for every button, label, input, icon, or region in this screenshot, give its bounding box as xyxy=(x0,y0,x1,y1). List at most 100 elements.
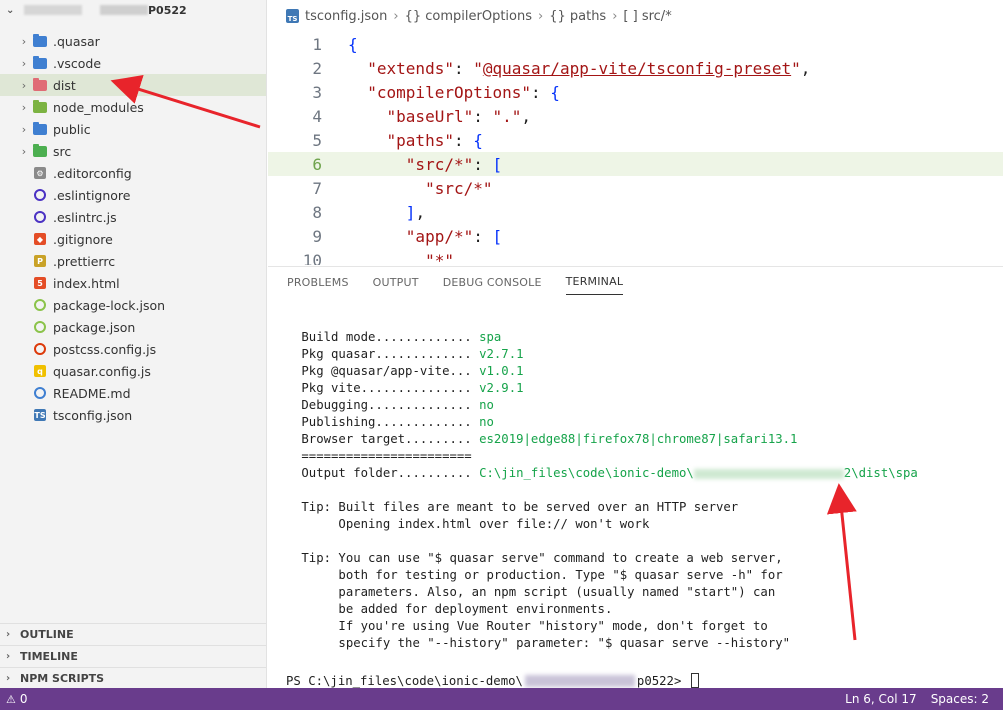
tab-terminal[interactable]: TERMINAL xyxy=(565,269,624,295)
breadcrumb-segment[interactable]: [ ] src/* xyxy=(623,9,671,24)
chevron-right-icon: › xyxy=(612,8,618,24)
line-number: 10 xyxy=(302,250,322,266)
terminal-output[interactable]: Build mode............. spa Pkg quasar..… xyxy=(294,329,918,652)
code-line[interactable]: 2 "extends": "@quasar/app-vite/tsconfig-… xyxy=(268,56,1003,80)
terminal-line: Pkg @quasar/app-vite... v1.0.1 xyxy=(294,364,524,378)
redacted-name-part xyxy=(100,5,148,15)
tree-file[interactable]: ⚙ .editorconfig xyxy=(0,162,266,184)
html-icon: 5 xyxy=(32,276,48,290)
code-line[interactable]: 4 "baseUrl": ".", xyxy=(268,104,1003,128)
sidebar-panel-label: OUTLINE xyxy=(20,628,74,641)
tree-file[interactable]: README.md xyxy=(0,382,266,404)
line-number: 8 xyxy=(312,202,322,222)
tab-debug-console[interactable]: DEBUG CONSOLE xyxy=(443,270,542,295)
code-text: "paths": { xyxy=(386,130,483,150)
tree-file[interactable]: q quasar.config.js xyxy=(0,360,266,382)
tree-item-label: public xyxy=(53,121,91,137)
terminal-line: Pkg vite............... v2.9.1 xyxy=(294,381,524,395)
tree-file[interactable]: postcss.config.js xyxy=(0,338,266,360)
line-number: 7 xyxy=(312,178,322,198)
indentation-setting[interactable]: Spaces: 2 xyxy=(931,692,989,706)
code-line[interactable]: 1{ xyxy=(268,32,1003,56)
redacted-path xyxy=(693,468,844,479)
tree-folder[interactable]: › node_modules xyxy=(0,96,266,118)
sidebar-panels: › OUTLINE › TIMELINE › NPM SCRIPTS xyxy=(0,623,266,689)
code-line[interactable]: 9 "app/*": [ xyxy=(268,224,1003,248)
code-editor[interactable]: TS tsconfig.json › {} compilerOptions › {} … xyxy=(268,0,1003,265)
terminal-line: Browser target......... es2019|edge88|fi… xyxy=(294,432,798,446)
folder-icon xyxy=(32,143,48,158)
npm-icon xyxy=(32,320,48,334)
tree-folder[interactable]: › .quasar xyxy=(0,30,266,52)
tree-file[interactable]: 5 index.html xyxy=(0,272,266,294)
root-folder-label: P0522 xyxy=(148,3,187,17)
bottom-panel: PROBLEMS OUTPUT DEBUG CONSOLE TERMINAL Buil… xyxy=(268,266,1003,688)
line-number: 3 xyxy=(312,82,322,102)
code-text: "src/*": [ xyxy=(405,154,503,174)
status-bar: ⚠ 0 Ln 6, Col 17 Spaces: 2 xyxy=(0,688,1003,710)
terminal-line: ======================= xyxy=(294,449,472,463)
tab-output[interactable]: OUTPUT xyxy=(373,270,419,295)
terminal-line: Output folder.......... C:\jin_files\cod… xyxy=(294,466,918,480)
code-text: "compilerOptions": { xyxy=(367,82,560,102)
code-lines[interactable]: 1{2 "extends": "@quasar/app-vite/tsconfi… xyxy=(268,32,1003,265)
tree-folder[interactable]: › src xyxy=(0,140,266,162)
folder-icon xyxy=(32,77,48,92)
tree-item-label: src xyxy=(53,143,72,159)
line-number: 9 xyxy=(312,226,322,246)
tree-item-label: postcss.config.js xyxy=(53,341,157,357)
warning-icon[interactable]: ⚠ xyxy=(6,693,16,706)
problem-count[interactable]: 0 xyxy=(20,692,28,706)
panel-tabs: PROBLEMS OUTPUT DEBUG CONSOLE TERMINAL xyxy=(268,267,1003,297)
tree-item-label: README.md xyxy=(53,385,131,401)
redacted-name-part xyxy=(24,5,82,15)
code-text: ], xyxy=(405,202,426,222)
terminal-prompt[interactable]: PS C:\jin_files\code\ionic-demo\ p0522> xyxy=(286,673,699,688)
tree-file[interactable]: .eslintrc.js xyxy=(0,206,266,228)
tree-file[interactable]: package-lock.json xyxy=(0,294,266,316)
ts-icon: TS xyxy=(34,409,46,421)
code-line[interactable]: 5 "paths": { xyxy=(268,128,1003,152)
breadcrumb-segment[interactable]: {} compilerOptions xyxy=(405,9,532,24)
chevron-right-icon: › xyxy=(6,651,11,662)
breadcrumb-segment[interactable]: {} paths xyxy=(549,9,606,24)
code-text: "extends": "@quasar/app-vite/tsconfig-pr… xyxy=(367,58,811,78)
ts-icon: TS xyxy=(286,9,299,23)
tree-folder[interactable]: › .vscode xyxy=(0,52,266,74)
tab-problems[interactable]: PROBLEMS xyxy=(287,270,349,295)
tree-item-label: dist xyxy=(53,77,76,93)
breadcrumb-file[interactable]: tsconfig.json xyxy=(305,9,387,24)
code-line[interactable]: 7 "src/*" xyxy=(268,176,1003,200)
sidebar-panel-timeline[interactable]: › TIMELINE xyxy=(0,645,266,667)
tree-folder[interactable]: › dist xyxy=(0,74,266,96)
code-line[interactable]: 3 "compilerOptions": { xyxy=(268,80,1003,104)
tree-file[interactable]: package.json xyxy=(0,316,266,338)
sidebar-panel-npm-scripts[interactable]: › NPM SCRIPTS xyxy=(0,667,266,689)
tree-folder[interactable]: › public xyxy=(0,118,266,140)
tree-item-label: index.html xyxy=(53,275,120,291)
tree-file[interactable]: .eslintignore xyxy=(0,184,266,206)
tree-item-label: quasar.config.js xyxy=(53,363,151,379)
prompt-prefix: PS C:\jin_files\code\ionic-demo\ xyxy=(286,673,523,688)
chevron-right-icon: › xyxy=(393,8,399,24)
tree-item-label: package.json xyxy=(53,319,136,335)
sidebar-panel-outline[interactable]: › OUTLINE xyxy=(0,623,266,645)
chevron-down-icon: ⌄ xyxy=(6,4,15,16)
eslint-icon xyxy=(32,210,48,224)
code-text: "*" xyxy=(425,250,454,266)
tree-file[interactable]: TS tsconfig.json xyxy=(0,404,266,426)
tree-file[interactable]: ◆ .gitignore xyxy=(0,228,266,250)
tree-file[interactable]: P .prettierrc xyxy=(0,250,266,272)
line-number: 4 xyxy=(312,106,322,126)
code-line[interactable]: 10 "*" xyxy=(268,248,1003,266)
terminal-line: Build mode............. spa xyxy=(294,330,502,344)
cursor-position[interactable]: Ln 6, Col 17 xyxy=(845,692,917,706)
breadcrumb: TS tsconfig.json › {} compilerOptions › {} … xyxy=(268,0,1003,32)
tree-item-label: .editorconfig xyxy=(53,165,132,181)
code-text: "app/*": [ xyxy=(405,226,503,246)
code-line[interactable]: 8 ], xyxy=(268,200,1003,224)
git-icon: ◆ xyxy=(32,232,48,246)
explorer-root-folder[interactable]: ⌄ P0522 xyxy=(0,0,266,20)
code-line[interactable]: 6 "src/*": [ xyxy=(268,152,1003,176)
